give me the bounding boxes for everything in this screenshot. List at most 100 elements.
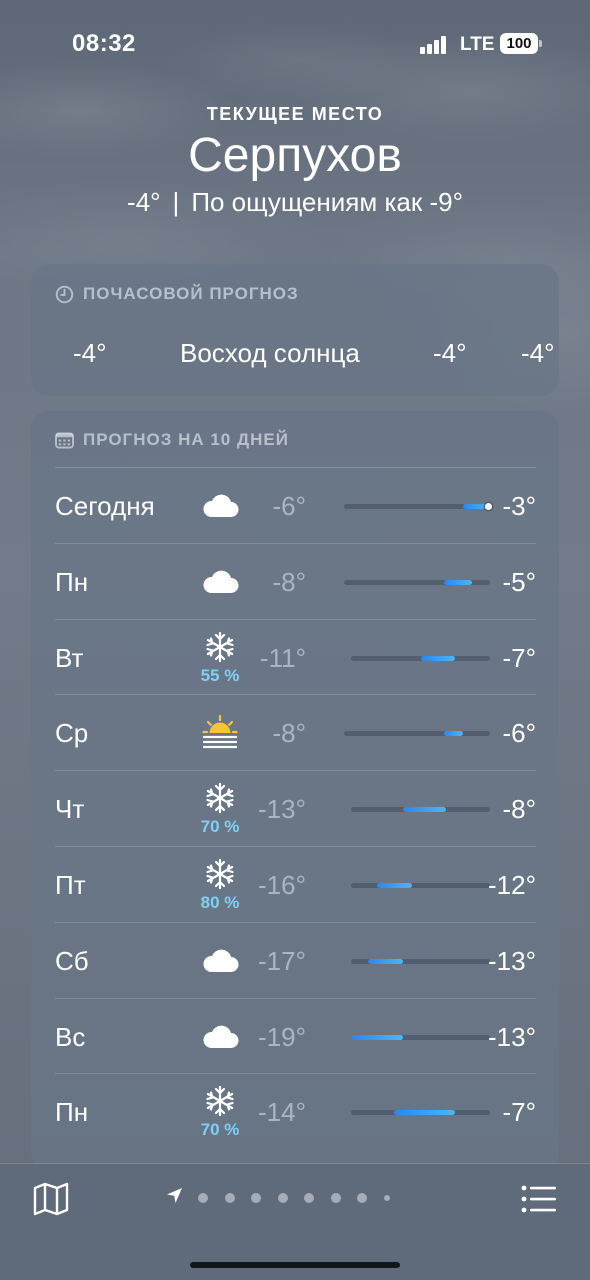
cloud-icon bbox=[203, 949, 239, 972]
day-label: Чт bbox=[55, 794, 85, 825]
forecast-row[interactable]: Пт 80 % -16° -12° bbox=[55, 845, 536, 922]
temp-range-fill bbox=[368, 958, 404, 964]
day-label: Ср bbox=[55, 718, 89, 749]
precip-chance: 70 % bbox=[200, 817, 240, 837]
hourly-item: Восход солнца bbox=[180, 338, 360, 368]
day-label: Сегодня bbox=[55, 491, 155, 521]
temp-range-fill bbox=[403, 807, 447, 813]
low-temp: -16° bbox=[258, 869, 306, 900]
weather-icon-wrap: 55 % bbox=[185, 620, 255, 695]
high-temp: -13° bbox=[488, 1021, 536, 1052]
forecast-row[interactable]: Сб -17° -13° bbox=[55, 921, 536, 998]
hourly-title-text: ПОЧАСОВОЙ ПРОГНОЗ bbox=[83, 284, 299, 303]
day-label: Вс bbox=[55, 1021, 86, 1052]
page-dot[interactable] bbox=[383, 1195, 390, 1201]
forecast-row[interactable]: Вт 55 % -11° -7° bbox=[55, 618, 536, 695]
status-time: 08:32 bbox=[72, 30, 136, 57]
snowflake-icon bbox=[206, 858, 234, 890]
temp-range-bar bbox=[344, 503, 492, 510]
precip-chance: 55 % bbox=[200, 665, 240, 685]
cloud-icon bbox=[203, 570, 239, 593]
location-label: ТЕКУЩЕЕ МЕСТО bbox=[206, 104, 384, 124]
current-temp: -4° bbox=[127, 187, 161, 217]
forecast-row[interactable]: Вс -19° -13° bbox=[55, 997, 536, 1074]
page-dot[interactable] bbox=[277, 1193, 288, 1203]
page-dot[interactable] bbox=[198, 1193, 208, 1203]
weather-icon-wrap bbox=[185, 923, 255, 998]
forecast-row[interactable]: Ср -8° -6° bbox=[55, 694, 536, 770]
signal-icon bbox=[420, 36, 450, 54]
forecast-row[interactable]: Пн 70 % -14° -7° bbox=[55, 1073, 536, 1149]
network-type: LTE bbox=[460, 34, 495, 55]
temp-range-fill bbox=[394, 1110, 456, 1116]
temp-range-fill bbox=[420, 655, 456, 661]
current-temp-dot bbox=[484, 503, 492, 510]
high-temp: -7° bbox=[502, 642, 536, 673]
weather-icon-wrap bbox=[185, 468, 255, 543]
weather-icon-wrap bbox=[185, 999, 255, 1074]
weather-icon-wrap: 80 % bbox=[185, 847, 255, 922]
temp-range-bar bbox=[351, 1110, 490, 1116]
high-temp: -8° bbox=[502, 794, 536, 825]
current-conditions: -4° | По ощущениям как -9° bbox=[0, 187, 590, 218]
city-name: Серпухов bbox=[188, 129, 402, 182]
temp-range-bar bbox=[344, 731, 490, 737]
temp-range-fill bbox=[351, 1034, 404, 1040]
weather-icon-wrap: 70 % bbox=[185, 771, 255, 846]
low-temp: -6° bbox=[272, 491, 306, 521]
temp-range-bar bbox=[351, 958, 490, 964]
day-label: Пт bbox=[55, 869, 86, 900]
page-dot[interactable] bbox=[357, 1193, 367, 1203]
weather-icon-wrap bbox=[185, 544, 255, 619]
daily-title: ПРОГНОЗ НА 10 ДНЕЙ bbox=[55, 430, 289, 450]
battery-icon: 100 bbox=[500, 33, 538, 54]
temp-range-bar bbox=[351, 1034, 490, 1040]
page-indicator[interactable] bbox=[166, 1188, 406, 1208]
location-arrow-icon[interactable] bbox=[166, 1187, 183, 1209]
high-temp: -13° bbox=[488, 945, 536, 976]
page-dot[interactable] bbox=[224, 1193, 235, 1203]
forecast-row[interactable]: Чт 70 % -13° -8° bbox=[55, 770, 536, 846]
ten-day-forecast-card[interactable]: ПРОГНОЗ НА 10 ДНЕЙ Сегодня -6° -3° Пн -8° -5°… bbox=[31, 411, 559, 1171]
battery-tip bbox=[539, 40, 542, 47]
status-bar: 08:32 LTE 100 bbox=[0, 0, 590, 88]
day-label: Пн bbox=[55, 566, 89, 597]
page-dot[interactable] bbox=[251, 1193, 261, 1203]
clock-icon bbox=[55, 285, 74, 303]
page-dot[interactable] bbox=[304, 1193, 314, 1203]
low-temp: -14° bbox=[258, 1097, 306, 1128]
sunrise-fog-icon bbox=[202, 715, 238, 749]
daily-title-text: ПРОГНОЗ НА 10 ДНЕЙ bbox=[83, 430, 289, 449]
hourly-item: -4° bbox=[73, 338, 107, 368]
temp-range-fill bbox=[444, 731, 463, 737]
temp-range-fill bbox=[377, 882, 412, 888]
daily-rows: Сегодня -6° -3° Пн -8° -5° Вт 55 % -11° -7° Ср -8° -… bbox=[55, 467, 536, 1149]
hourly-forecast-card[interactable]: ПОЧАСОВОЙ ПРОГНОЗ -4° Восход солнца -4° … bbox=[31, 264, 559, 396]
bottom-toolbar bbox=[0, 1163, 590, 1280]
page-dot[interactable] bbox=[330, 1193, 341, 1203]
high-temp: -6° bbox=[502, 718, 536, 749]
home-indicator[interactable] bbox=[190, 1262, 400, 1268]
feels-like: По ощущениям как -9° bbox=[191, 187, 463, 217]
high-temp: -3° bbox=[502, 491, 536, 521]
temp-range-bar bbox=[351, 807, 490, 813]
high-temp: -5° bbox=[502, 566, 536, 597]
hourly-item: -4° bbox=[521, 338, 555, 368]
cloud-icon bbox=[203, 1025, 239, 1048]
hourly-item: -4° bbox=[433, 338, 467, 368]
temp-range-bar bbox=[351, 655, 490, 661]
precip-chance: 80 % bbox=[200, 892, 240, 912]
forecast-row[interactable]: Пн -8° -5° bbox=[55, 542, 536, 619]
low-temp: -17° bbox=[258, 945, 306, 976]
cloud-icon bbox=[203, 494, 239, 517]
hourly-title: ПОЧАСОВОЙ ПРОГНОЗ bbox=[55, 284, 299, 304]
location-header: ТЕКУЩЕЕ МЕСТО Серпухов -4° | По ощущениям … bbox=[0, 104, 590, 218]
list-icon[interactable] bbox=[521, 1184, 557, 1214]
precip-chance: 70 % bbox=[200, 1120, 240, 1140]
forecast-row[interactable]: Сегодня -6° -3° bbox=[55, 467, 536, 543]
low-temp: -8° bbox=[272, 718, 306, 749]
low-temp: -11° bbox=[259, 642, 306, 673]
map-icon[interactable] bbox=[32, 1181, 70, 1217]
temp-range-bar bbox=[351, 882, 490, 888]
temp-range-fill bbox=[444, 579, 472, 585]
